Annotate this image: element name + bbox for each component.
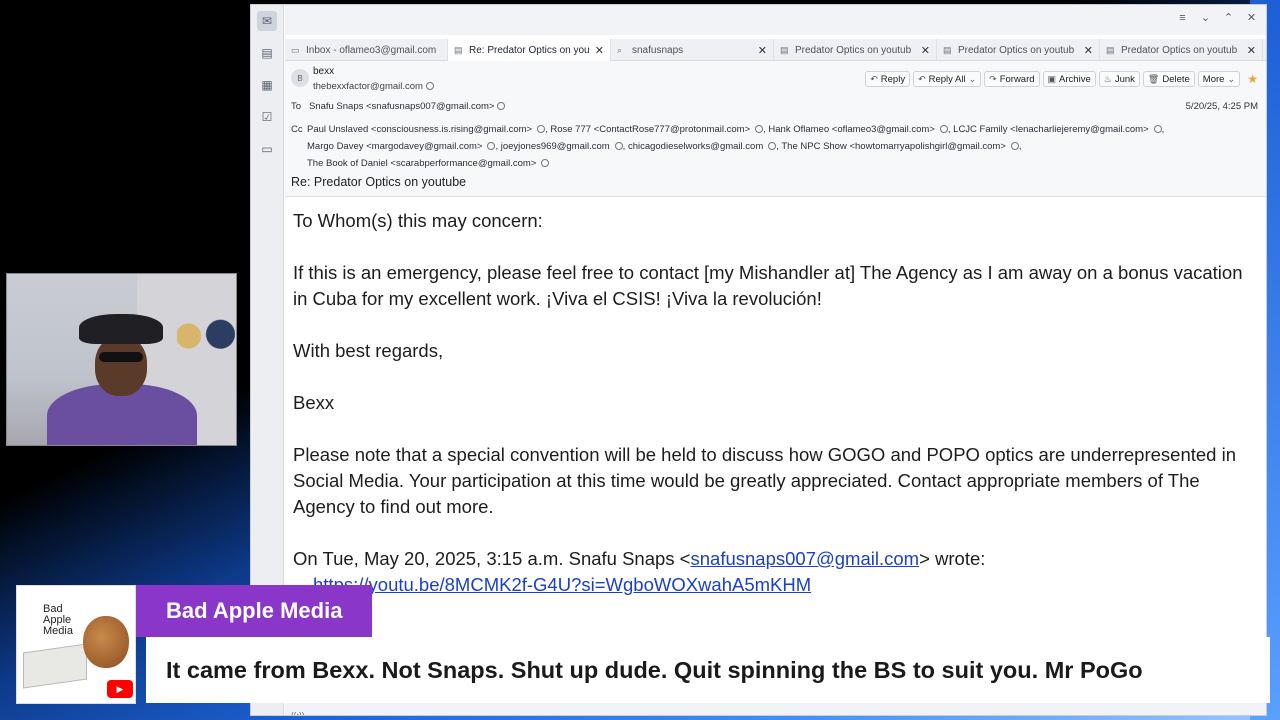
contact-icon[interactable] (1010, 142, 1019, 150)
contact-icon[interactable] (425, 82, 434, 90)
reply-icon: ↶ (870, 73, 878, 84)
channel-logo: Bad Apple Media ▶ (16, 585, 136, 704)
cc-recipient[interactable]: Rose 777 <ContactRose777@protonmail.com> (550, 124, 750, 135)
chevron-down-icon[interactable]: ⌄ (969, 74, 977, 85)
cc-recipient[interactable]: LCJC Family <lenacharliejeremy@gmail.com… (953, 124, 1148, 135)
chevron-down-icon[interactable]: ⌄ (1199, 12, 1212, 25)
tasks-icon[interactable]: ☑ (257, 107, 277, 127)
youtube-icon: ▶ (107, 680, 133, 698)
cc-recipient[interactable]: joeyjones969@gmail.com (501, 141, 610, 152)
to-row: To Snafu Snaps <snafusnaps007@gmail.com> (291, 101, 506, 112)
title-bar: ≡ ⌄ ⌃ ✕ (285, 5, 1266, 35)
delete-button[interactable]: 🗑 Delete (1142, 71, 1195, 87)
close-icon[interactable]: ✕ (758, 44, 767, 57)
sender-email[interactable]: thebexxfactor@gmail.com (313, 81, 434, 92)
message-icon: ▤ (1106, 44, 1115, 55)
hat (79, 314, 163, 344)
tab-inbox[interactable]: ▭ Inbox - oflameo3@gmail.com (285, 39, 448, 61)
sunglasses (99, 352, 143, 362)
address-book-icon[interactable]: ▤ (257, 43, 277, 63)
status-bar: ((•)) (285, 701, 1266, 715)
cc-recipient[interactable]: Hank Oflameo <oflameo3@gmail.com> (768, 124, 934, 135)
mail-space-icon[interactable]: ✉ (257, 11, 277, 31)
close-icon[interactable]: ✕ (921, 44, 930, 57)
contact-icon[interactable] (497, 102, 506, 110)
search-icon: ⌕ (617, 44, 623, 55)
tab-bar: ▭ Inbox - oflameo3@gmail.com ▤ Re: Preda… (285, 39, 1266, 61)
cc-recipient[interactable]: chicagodieselworks@gmail.com (628, 141, 763, 152)
close-icon[interactable]: ✕ (1247, 44, 1256, 57)
message-date: 5/20/25, 4:25 PM (1185, 101, 1258, 112)
junk-icon: ♨ (1103, 73, 1112, 84)
close-icon[interactable]: ✕ (595, 44, 604, 57)
archive-button[interactable]: ▣ Archive (1042, 71, 1096, 87)
trash-icon: 🗑 (1147, 73, 1160, 84)
caption-banner: It came from Bexx. Not Snaps. Shut up du… (146, 637, 1270, 703)
apple-icon (83, 616, 129, 668)
contact-icon[interactable] (939, 125, 948, 133)
menu-icon[interactable]: ≡ (1176, 12, 1189, 25)
tab-current-message[interactable]: ▤ Re: Predator Optics on you ✕ (448, 39, 611, 61)
chevron-up-icon[interactable]: ⌃ (1222, 12, 1235, 25)
message-actions: ↶ Reply ↶ Reply All ⌄ ↷ Forward ▣ Archive ♨ Ju… (865, 71, 1240, 87)
recipient[interactable]: Snafu Snaps <snafusnaps007@gmail.com> (309, 101, 495, 112)
chevron-down-icon: ⌄ (1227, 73, 1235, 84)
inbox-icon: ▭ (291, 44, 300, 55)
body-paragraph: Please note that a special convention wi… (293, 444, 1237, 517)
contact-icon[interactable] (537, 125, 546, 133)
cc-list: Paul Unslaved <consciousness.is.rising@g… (307, 124, 1165, 169)
cc-recipient[interactable]: The NPC Show <howtomarryapolishgirl@gmai… (781, 141, 1006, 152)
star-icon[interactable]: ★ (1247, 72, 1258, 86)
signature: Bexx (293, 392, 335, 413)
message-icon: ▤ (780, 44, 789, 55)
youtube-link[interactable]: https://youtu.be/8MCMK2f-G4U?si=WgboWOXw… (313, 572, 811, 598)
quote-header: On Tue, May 20, 2025, 3:15 a.m. Snafu Sn… (293, 548, 986, 569)
tab-search[interactable]: ⌕ snafusnaps ✕ (611, 39, 774, 61)
tab-message[interactable]: ▤ Predator Optics on youtub ✕ (1100, 39, 1263, 61)
contact-icon[interactable] (755, 125, 764, 133)
message-icon: ▤ (454, 44, 463, 55)
mail-client-window: ✉ ▤ ▦ ☑ ▭ ≡ ⌄ ⌃ ✕ ▭ Inbox - oflameo3@gma… (250, 4, 1267, 716)
close-window-icon[interactable]: ✕ (1245, 12, 1258, 25)
more-button[interactable]: More ⌄ (1197, 71, 1240, 87)
avatar: B (291, 69, 309, 87)
quote-email-link[interactable]: snafusnaps007@gmail.com (691, 548, 920, 569)
message-header: B bexx thebexxfactor@gmail.com ↶ Reply ↶ R… (285, 61, 1266, 197)
body-paragraph: If this is an emergency, please feel fre… (293, 262, 1243, 309)
closing: With best regards, (293, 340, 444, 361)
chat-icon[interactable]: ▭ (257, 139, 277, 159)
contact-icon[interactable] (1153, 125, 1162, 133)
close-icon[interactable]: ✕ (1084, 44, 1093, 57)
junk-button[interactable]: ♨ Junk (1098, 71, 1140, 87)
tab-message[interactable]: ▤ Predator Optics on youtub ✕ (937, 39, 1100, 61)
reply-all-icon: ↶ (918, 73, 926, 84)
greeting: To Whom(s) this may concern: (293, 210, 543, 231)
forward-button[interactable]: ↷ Forward (984, 71, 1040, 87)
forward-icon: ↷ (989, 73, 997, 84)
cc-recipient[interactable]: The Book of Daniel <scarabperformance@gm… (307, 158, 536, 169)
reply-all-button[interactable]: ↶ Reply All ⌄ (913, 71, 982, 87)
cc-recipient[interactable]: Margo Davey <margodavey@gmail.com> (307, 141, 482, 152)
message-subject: Re: Predator Optics on youtube (291, 175, 467, 189)
tab-message[interactable]: ▤ Predator Optics on youtub ✕ (774, 39, 937, 61)
webcam-feed (6, 273, 237, 446)
cc-recipient[interactable]: Paul Unslaved <consciousness.is.rising@g… (307, 124, 532, 135)
message-icon: ▤ (943, 44, 952, 55)
reply-button[interactable]: ↶ Reply (865, 71, 911, 87)
sender-name[interactable]: bexx (313, 66, 334, 77)
brand-banner: Bad Apple Media (136, 585, 372, 637)
contact-icon[interactable] (614, 142, 623, 150)
calendar-icon[interactable]: ▦ (257, 75, 277, 95)
online-status-icon[interactable]: ((•)) (291, 703, 304, 715)
hats-on-wall (177, 318, 235, 354)
contact-icon[interactable] (541, 159, 550, 167)
archive-icon: ▣ (1047, 73, 1057, 84)
